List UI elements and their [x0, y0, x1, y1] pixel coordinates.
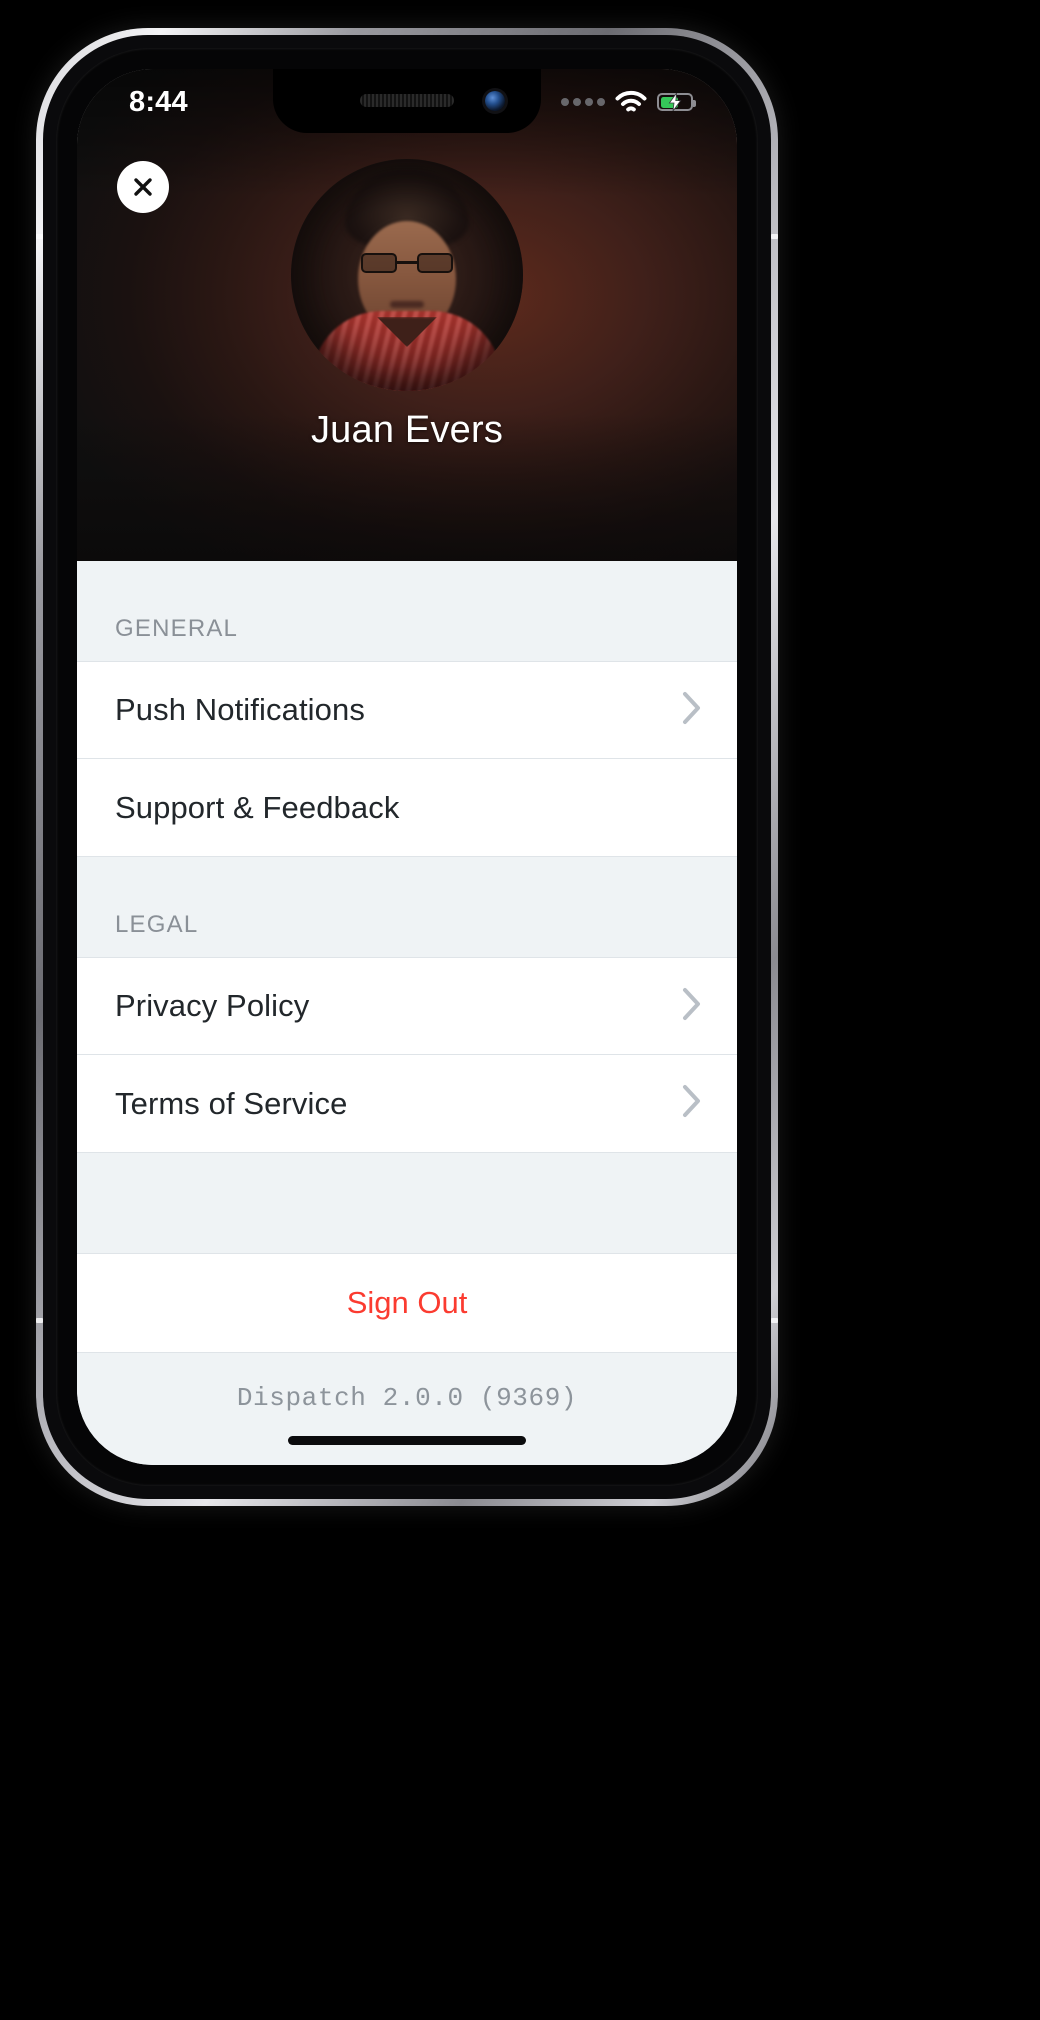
- close-x-icon: [134, 178, 152, 196]
- antenna-line: [36, 1318, 43, 1323]
- phone-midframe: Juan Evers GENERAL Push Notifications Su…: [43, 35, 771, 1499]
- charging-bolt-icon: [668, 93, 682, 111]
- section-header-legal: LEGAL: [77, 857, 737, 957]
- chevron-right-icon: [681, 690, 703, 731]
- sign-out-label: Sign Out: [346, 1285, 468, 1320]
- antenna-line: [771, 1318, 778, 1323]
- avatar-glasses: [359, 253, 455, 273]
- wifi-icon: [615, 90, 647, 112]
- list-item-label: Support & Feedback: [115, 789, 400, 825]
- list-spacer: [77, 1153, 737, 1254]
- avatar-mouth: [390, 301, 424, 308]
- list-item-label: Push Notifications: [115, 692, 365, 727]
- app-version-text: Dispatch 2.0.0 (9369): [236, 1383, 578, 1413]
- chevron-right-icon: [681, 986, 703, 1027]
- avatar-lens-right: [417, 253, 453, 273]
- antenna-line: [771, 234, 778, 239]
- phone-bezel: Juan Evers GENERAL Push Notifications Su…: [56, 48, 758, 1486]
- status-bar-time: 8:44: [129, 86, 188, 118]
- status-bar-indicators: [561, 90, 696, 114]
- avatar-lens-left: [361, 253, 397, 273]
- section-rows-legal: Privacy Policy Terms of Service: [77, 957, 737, 1153]
- chevron-right-icon: [681, 1083, 703, 1124]
- battery-charging-icon: [657, 93, 696, 111]
- page-title: Juan Evers: [310, 409, 504, 451]
- list-item-terms-of-service[interactable]: Terms of Service: [77, 1055, 737, 1153]
- settings-list: GENERAL Push Notifications Support & Fee…: [77, 561, 737, 1465]
- list-item-support-feedback[interactable]: Support & Feedback: [77, 759, 737, 857]
- close-button[interactable]: [117, 161, 169, 213]
- section-header-general: GENERAL: [77, 561, 737, 661]
- sign-out-button[interactable]: Sign Out: [77, 1254, 737, 1353]
- profile-header: Juan Evers: [77, 69, 737, 561]
- home-indicator[interactable]: [288, 1436, 526, 1445]
- antenna-line: [36, 234, 43, 239]
- avatar-vignette: [291, 159, 523, 391]
- screenshot-root: Juan Evers GENERAL Push Notifications Su…: [0, 0, 1040, 2020]
- phone-frame: Juan Evers GENERAL Push Notifications Su…: [36, 28, 778, 1506]
- list-item-push-notifications[interactable]: Push Notifications: [77, 661, 737, 759]
- signal-dots-icon: [561, 98, 605, 106]
- avatar-glasses-bridge: [397, 261, 417, 264]
- section-rows-general: Push Notifications Support & Feedback: [77, 661, 737, 857]
- status-bar: 8:44: [77, 69, 737, 133]
- avatar: [291, 159, 523, 391]
- list-item-label: Terms of Service: [115, 1085, 348, 1121]
- list-item-label: Privacy Policy: [115, 988, 310, 1023]
- list-item-privacy-policy[interactable]: Privacy Policy: [77, 957, 737, 1055]
- phone-screen: Juan Evers GENERAL Push Notifications Su…: [77, 69, 737, 1465]
